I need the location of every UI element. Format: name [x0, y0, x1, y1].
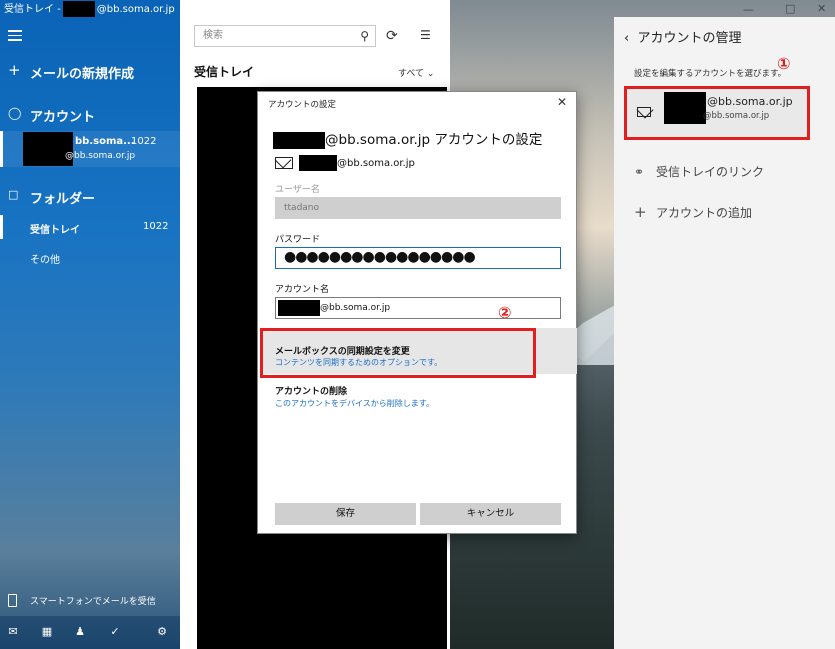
add-account-link[interactable]: + アカウントの追加: [634, 203, 752, 221]
account-entry[interactable]: @bb.soma.or.jp @bb.soma.or.jp: [624, 86, 810, 140]
account-name-label: アカウント名: [275, 285, 330, 295]
account-settings-dialog: アカウントの設定 ✕ @bb.soma.or.jp アカウントの設定 @bb.s…: [257, 91, 577, 534]
account-email: @bb.soma.or.jp: [65, 151, 136, 161]
settings-gear-icon[interactable]: ⚙: [155, 625, 169, 639]
password-field[interactable]: ●●●●●●●●●●●●●●●●●: [275, 247, 561, 269]
maximize-button[interactable]: □: [785, 2, 795, 15]
sync-icon[interactable]: ⟳: [386, 28, 398, 44]
folder-inbox-count: 1022: [143, 221, 169, 232]
folder-inbox-label: 受信トレイ: [30, 225, 80, 236]
sync-highlight-box: [260, 328, 536, 378]
get-mail-on-phone-label: スマートフォンでメールを受信: [30, 597, 156, 607]
account-item[interactable]: bb.soma... @bb.soma.or.jp 1022: [0, 131, 180, 167]
account-entry-email: @bb.soma.or.jp: [707, 95, 793, 108]
search-input[interactable]: 検索 ⚲: [194, 25, 376, 47]
manage-accounts-panel: ‹ アカウントの管理 設定を編集するアカウントを選びます。 ① @bb.soma…: [614, 17, 835, 649]
step-marker-1: ①: [777, 54, 791, 73]
new-mail-button[interactable]: + メールの新規作成: [0, 61, 180, 82]
account-name-field[interactable]: @bb.soma.or.jp: [275, 297, 561, 319]
todo-icon[interactable]: ✓: [108, 625, 122, 639]
link-icon: ⚭: [634, 165, 645, 179]
manage-accounts-title: ‹ アカウントの管理: [624, 27, 741, 46]
filter-label: すべて: [398, 69, 425, 79]
delete-account-sub: このアカウントをデバイスから削除します。: [275, 399, 434, 408]
accounts-header[interactable]: ◯ アカウント: [0, 106, 180, 125]
window-title-prefix: 受信トレイ -: [4, 4, 61, 15]
cancel-button[interactable]: キャンセル: [420, 503, 561, 525]
folder-more[interactable]: その他: [30, 251, 60, 266]
manage-accounts-title-text: アカウントの管理: [637, 31, 742, 46]
window-title: 受信トレイ - @bb.soma.or.jp: [0, 0, 180, 22]
people-icon[interactable]: ♟: [73, 625, 87, 639]
save-button[interactable]: 保存: [275, 503, 416, 525]
redacted-block: [299, 155, 337, 171]
app-switcher-bar: ✉ ▦ ♟ ✓ ⚙: [0, 616, 180, 649]
window-title-suffix: @bb.soma.or.jp: [96, 4, 175, 15]
account-name-value: @bb.soma.or.jp: [320, 303, 391, 313]
account-address: @bb.soma.or.jp: [275, 155, 415, 171]
hamburger-menu-icon[interactable]: [8, 30, 22, 42]
plus-icon: +: [634, 203, 647, 221]
search-placeholder: 検索: [203, 30, 223, 41]
account-unread-count: 1022: [131, 136, 157, 147]
search-icon[interactable]: ⚲: [360, 26, 369, 46]
get-mail-on-phone[interactable]: スマートフォンでメールを受信: [0, 586, 180, 614]
dialog-close-icon[interactable]: ✕: [557, 95, 567, 109]
chevron-down-icon: ⌄: [426, 69, 435, 79]
person-icon: ◯: [8, 106, 22, 120]
folder-inbox[interactable]: 受信トレイ 1022: [0, 215, 180, 239]
delete-account-title: アカウントの削除: [275, 387, 348, 397]
step-marker-2: ②: [498, 303, 512, 322]
manage-accounts-subtitle: 設定を編集するアカウントを選びます。: [634, 69, 787, 79]
close-window-button[interactable]: ✕: [817, 2, 826, 15]
back-chevron-icon[interactable]: ‹: [624, 31, 629, 46]
navigation-pane: 受信トレイ - @bb.soma.or.jp + メールの新規作成 ◯ アカウント…: [0, 0, 180, 649]
message-list-title: 受信トレイ: [194, 65, 255, 79]
redacted-block: [278, 299, 320, 316]
account-entry-sub: @bb.soma.or.jp: [703, 111, 770, 121]
username-field: ttadano: [275, 197, 561, 219]
mail-envelope-icon: [637, 107, 651, 117]
phone-icon: [8, 594, 17, 607]
add-account-label: アカウントの追加: [656, 206, 753, 220]
accounts-header-label: アカウント: [30, 110, 96, 125]
new-mail-label: メールの新規作成: [30, 67, 135, 82]
password-label: パスワード: [275, 235, 321, 245]
folder-icon: □: [8, 188, 19, 201]
redacted-block: [62, 1, 95, 17]
account-address-text: @bb.soma.or.jp: [337, 158, 415, 169]
dialog-heading: @bb.soma.or.jp アカウントの設定: [273, 128, 542, 149]
selection-mode-icon[interactable]: ☰: [420, 28, 431, 42]
redacted-block: [664, 92, 706, 124]
plus-icon: +: [8, 61, 21, 79]
dialog-title: アカウントの設定: [268, 100, 337, 110]
delete-account-option[interactable]: アカウントの削除: [275, 384, 347, 397]
linked-inboxes-link[interactable]: ⚭ 受信トレイのリンク: [634, 163, 764, 180]
username-value: ttadano: [284, 203, 320, 213]
password-value: ●●●●●●●●●●●●●●●●●: [284, 249, 476, 265]
dialog-heading-text: @bb.soma.or.jp アカウントの設定: [325, 132, 543, 148]
account-name: bb.soma...: [75, 136, 135, 147]
minimize-button[interactable]: —: [743, 3, 754, 16]
linked-inboxes-label: 受信トレイのリンク: [656, 165, 765, 179]
folders-header-label: フォルダー: [30, 192, 96, 207]
folders-header[interactable]: □ フォルダー: [0, 188, 180, 207]
mail-icon[interactable]: ✉: [6, 625, 20, 639]
redacted-block: [273, 131, 325, 149]
filter-dropdown[interactable]: すべて ⌄: [398, 66, 434, 79]
username-label: ユーザー名: [275, 185, 320, 195]
mail-envelope-icon: [275, 157, 293, 169]
calendar-icon[interactable]: ▦: [40, 625, 54, 639]
